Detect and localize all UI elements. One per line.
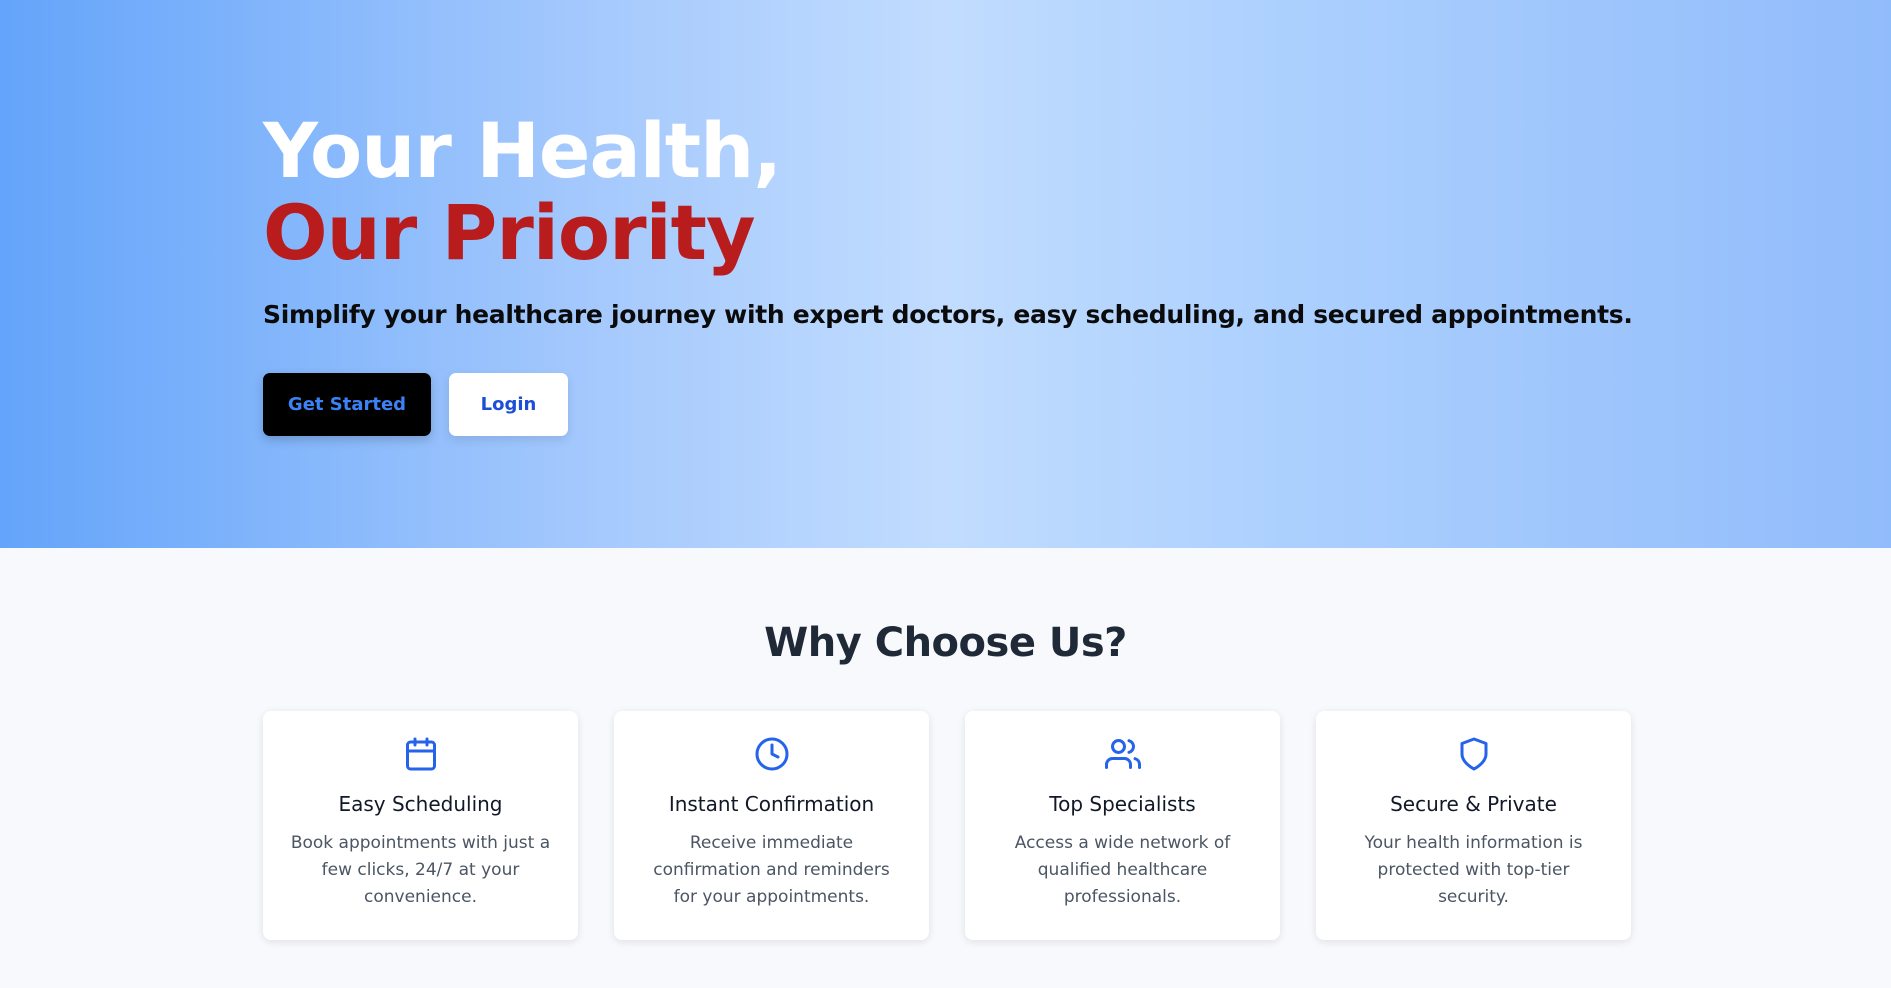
hero-section: Your Health, Our Priority Simplify your …	[0, 0, 1891, 548]
feature-cards: Easy Scheduling Book appointments with j…	[263, 711, 1631, 940]
shield-icon	[1460, 737, 1487, 771]
calendar-icon	[405, 737, 436, 771]
feature-card-text: Access a wide network of qualified healt…	[1014, 833, 1231, 907]
feature-card-title: Secure & Private	[1390, 792, 1557, 816]
hero-title-line1: Your Health,	[263, 106, 782, 195]
hero-subtitle: Simplify your healthcare journey with ex…	[263, 300, 1633, 329]
hero-title: Your Health, Our Priority	[263, 110, 1633, 274]
get-started-button[interactable]: Get Started	[263, 373, 431, 436]
feature-card-instant-confirmation: Instant Confirmation Receive immediate c…	[614, 711, 929, 940]
users-icon	[1104, 739, 1141, 769]
feature-card-title: Top Specialists	[1049, 792, 1196, 816]
hero-buttons: Get Started Login	[263, 373, 1633, 436]
login-button[interactable]: Login	[449, 373, 568, 436]
features-section: Why Choose Us? Easy Scheduling Book appo…	[0, 548, 1891, 988]
hero-content: Your Health, Our Priority Simplify your …	[263, 110, 1633, 436]
feature-card-text: Receive immediate confirmation and remin…	[653, 833, 890, 907]
feature-card-title: Easy Scheduling	[338, 792, 503, 816]
feature-card-text: Your health information is protected wit…	[1364, 833, 1583, 907]
features-heading: Why Choose Us?	[764, 620, 1127, 666]
feature-card-title: Instant Confirmation	[668, 792, 875, 816]
hero-title-line2: Our Priority	[263, 188, 755, 277]
feature-card-text: Book appointments with just a few clicks…	[290, 833, 551, 907]
feature-card-easy-scheduling: Easy Scheduling Book appointments with j…	[263, 711, 578, 940]
feature-card-top-specialists: Top Specialists Access a wide network of…	[965, 711, 1280, 940]
feature-card-secure-private: Secure & Private Your health information…	[1316, 711, 1631, 940]
clock-icon	[755, 737, 788, 771]
